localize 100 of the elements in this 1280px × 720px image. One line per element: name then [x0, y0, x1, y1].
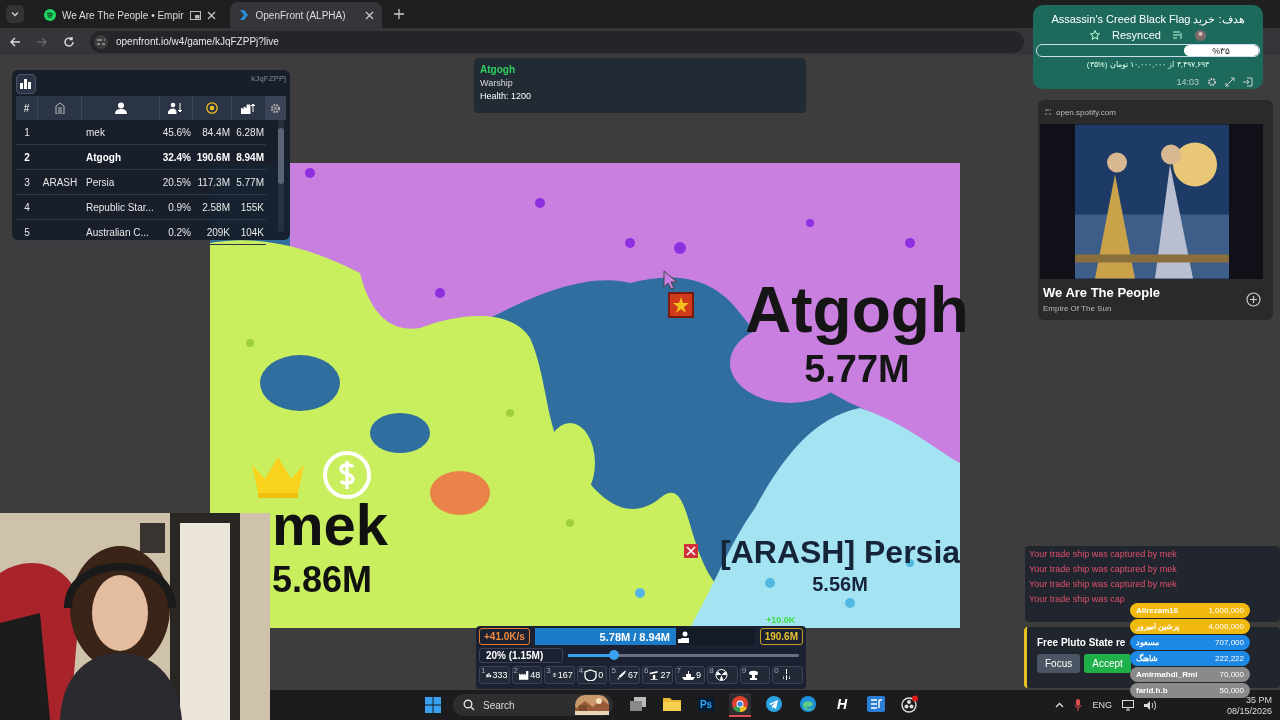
close-icon[interactable] — [206, 10, 216, 20]
build-button[interactable]: 3 167 — [544, 666, 575, 684]
shield-icon — [584, 669, 598, 681]
artist-name: Empire Of The Sun — [1043, 304, 1113, 313]
rank-header[interactable]: # — [16, 96, 38, 120]
avatar-icon[interactable] — [1194, 29, 1206, 41]
building-icon[interactable] — [54, 102, 65, 114]
build-button[interactable]: 6 27 — [641, 666, 673, 684]
troop-count: 5.56M — [812, 574, 868, 594]
site-info-icon[interactable] — [94, 34, 108, 49]
player-name: mek — [272, 496, 389, 554]
address-bar[interactable]: openfront.io/w4/game/kJqFZPPj?live — [90, 30, 1024, 53]
search-bar[interactable]: Search — [453, 694, 613, 716]
browser-tab[interactable]: OpenFront (ALPHA) — [229, 2, 382, 28]
table-cell-text: 1 — [23, 126, 31, 138]
coin-icon[interactable] — [206, 102, 218, 114]
cursor-icon — [663, 270, 679, 290]
build-button[interactable]: 5 67 — [609, 666, 640, 684]
leaderboard-row[interactable]: 5 Australian C... 0.2% 209K 104K — [16, 220, 266, 245]
tab-list-button[interactable] — [6, 5, 24, 23]
table-cell-text: 2 — [23, 151, 31, 163]
picture-in-picture-icon[interactable] — [189, 10, 201, 20]
soldier-icon — [677, 630, 690, 643]
unit-type: Warship — [480, 78, 514, 88]
table-cell-text: Atgogh — [85, 151, 122, 163]
language-indicator[interactable]: ENG — [1092, 700, 1112, 710]
scrollbar[interactable] — [278, 120, 284, 232]
leaderboard-row[interactable]: 2 Atgogh 32.4% 190.6M 8.94M — [16, 145, 266, 170]
goal-title: هدف: خرید Assassin's Creed Black Flag — [1051, 13, 1245, 26]
close-icon[interactable] — [364, 10, 374, 20]
queue-icon[interactable] — [1172, 30, 1183, 40]
troop-count: 5.86M — [272, 562, 373, 598]
reload-icon[interactable] — [63, 35, 75, 48]
slider-thumb[interactable] — [609, 650, 620, 660]
launcher-icon — [649, 669, 660, 681]
caret-icon[interactable] — [1055, 702, 1065, 708]
build-button[interactable]: 9 — [739, 666, 771, 684]
attack-ratio: 20% (1.15M) — [479, 648, 563, 663]
build-button[interactable]: 8 — [707, 666, 738, 684]
donation-amount: 4,000,000 — [1208, 622, 1244, 631]
new-tab-icon[interactable] — [393, 9, 404, 19]
star-icon[interactable] — [1090, 30, 1101, 40]
document-icon — [867, 696, 885, 712]
leaderboard-row[interactable]: 3 ARASH Persia 20.5% 117.3M 5.77M — [16, 170, 266, 195]
leaderboard-row[interactable]: 4 Republic Star... 0.9% 2.58M 155K — [16, 195, 266, 220]
expand-icon[interactable] — [1225, 77, 1235, 87]
troops-icon[interactable] — [240, 102, 257, 114]
start-icon[interactable] — [425, 697, 441, 713]
settings-button[interactable] — [266, 96, 286, 120]
paper-plane-icon — [766, 696, 782, 712]
radiation-icon — [714, 669, 728, 681]
browser-icon — [732, 696, 748, 712]
build-button[interactable]: 2 48 — [511, 666, 543, 684]
build-button[interactable]: 4 0 — [576, 666, 608, 684]
land-sort-icon[interactable] — [168, 102, 184, 114]
target-marker-icon — [684, 544, 698, 558]
request-title: Free Pluto State re — [1037, 637, 1126, 648]
clock-date: 08/15/2026 — [1226, 705, 1272, 716]
table-cell-text: 0.9% — [167, 201, 192, 213]
chart-button[interactable] — [16, 74, 36, 94]
clock-time: 35 PM — [1246, 694, 1272, 705]
warship-marker-icon — [668, 292, 694, 318]
donation-amount: 707,000 — [1215, 638, 1244, 647]
build-button[interactable]: 0 — [772, 666, 803, 684]
taskbar-button[interactable]: H — [831, 693, 853, 717]
table-cell-text: Australian C... — [85, 226, 150, 238]
microphone-icon[interactable] — [1074, 699, 1083, 711]
focus-button[interactable]: Focus — [1037, 654, 1081, 673]
event-message: Your trade ship was cap — [1029, 594, 1126, 604]
build-button[interactable]: 1 333 — [479, 666, 510, 684]
troop-count: 5.78M / 8.94M — [599, 630, 670, 643]
table-cell-text: 104K — [239, 226, 265, 238]
user-icon[interactable] — [114, 102, 127, 114]
table-cell-text: 45.6% — [161, 126, 192, 138]
taskbar-button[interactable]: Ps — [695, 693, 717, 717]
network-icon[interactable] — [1121, 699, 1134, 711]
unit-health: Health: 1200 — [480, 91, 533, 101]
wave-icon — [800, 696, 816, 712]
leaderboard-row[interactable]: 1 mek 45.6% 84.4M 6.28M — [16, 120, 266, 145]
taskbar-button[interactable] — [729, 693, 751, 717]
build-button[interactable]: 7 9 — [674, 666, 706, 684]
settings-icon[interactable] — [1207, 77, 1217, 87]
table-cell-text: 0.2% — [167, 226, 192, 238]
exit-icon[interactable] — [1243, 77, 1253, 87]
search-field[interactable]: Search — [483, 699, 567, 711]
speaker-icon[interactable] — [1143, 699, 1157, 711]
recorder-icon — [901, 695, 919, 713]
factory-icon — [519, 669, 530, 681]
donor-name: پرشین امیرور — [1136, 622, 1180, 631]
tab-title: OpenFront (ALPHA) — [255, 9, 347, 21]
donor-name: Amirmahdi_Rmi — [1136, 670, 1198, 679]
taskbar-clock[interactable]: 35 PM 08/15/2026 — [1226, 694, 1272, 716]
add-icon[interactable] — [1246, 291, 1261, 307]
caret-icon — [10, 9, 20, 19]
goal-amount: ۳,۴۹۷,۶۹۳ از ۱۰,۰۰۰,۰۰۰ تومان (%۳۵) — [1086, 60, 1210, 69]
table-cell-text: 2.58M — [201, 201, 231, 213]
tab-title: We Are The People • Empir — [62, 9, 184, 21]
troop-count: 5.77M — [804, 350, 910, 388]
back-icon[interactable] — [9, 35, 21, 48]
url-text: openfront.io/w4/game/kJqFZPPj?live — [116, 36, 279, 47]
